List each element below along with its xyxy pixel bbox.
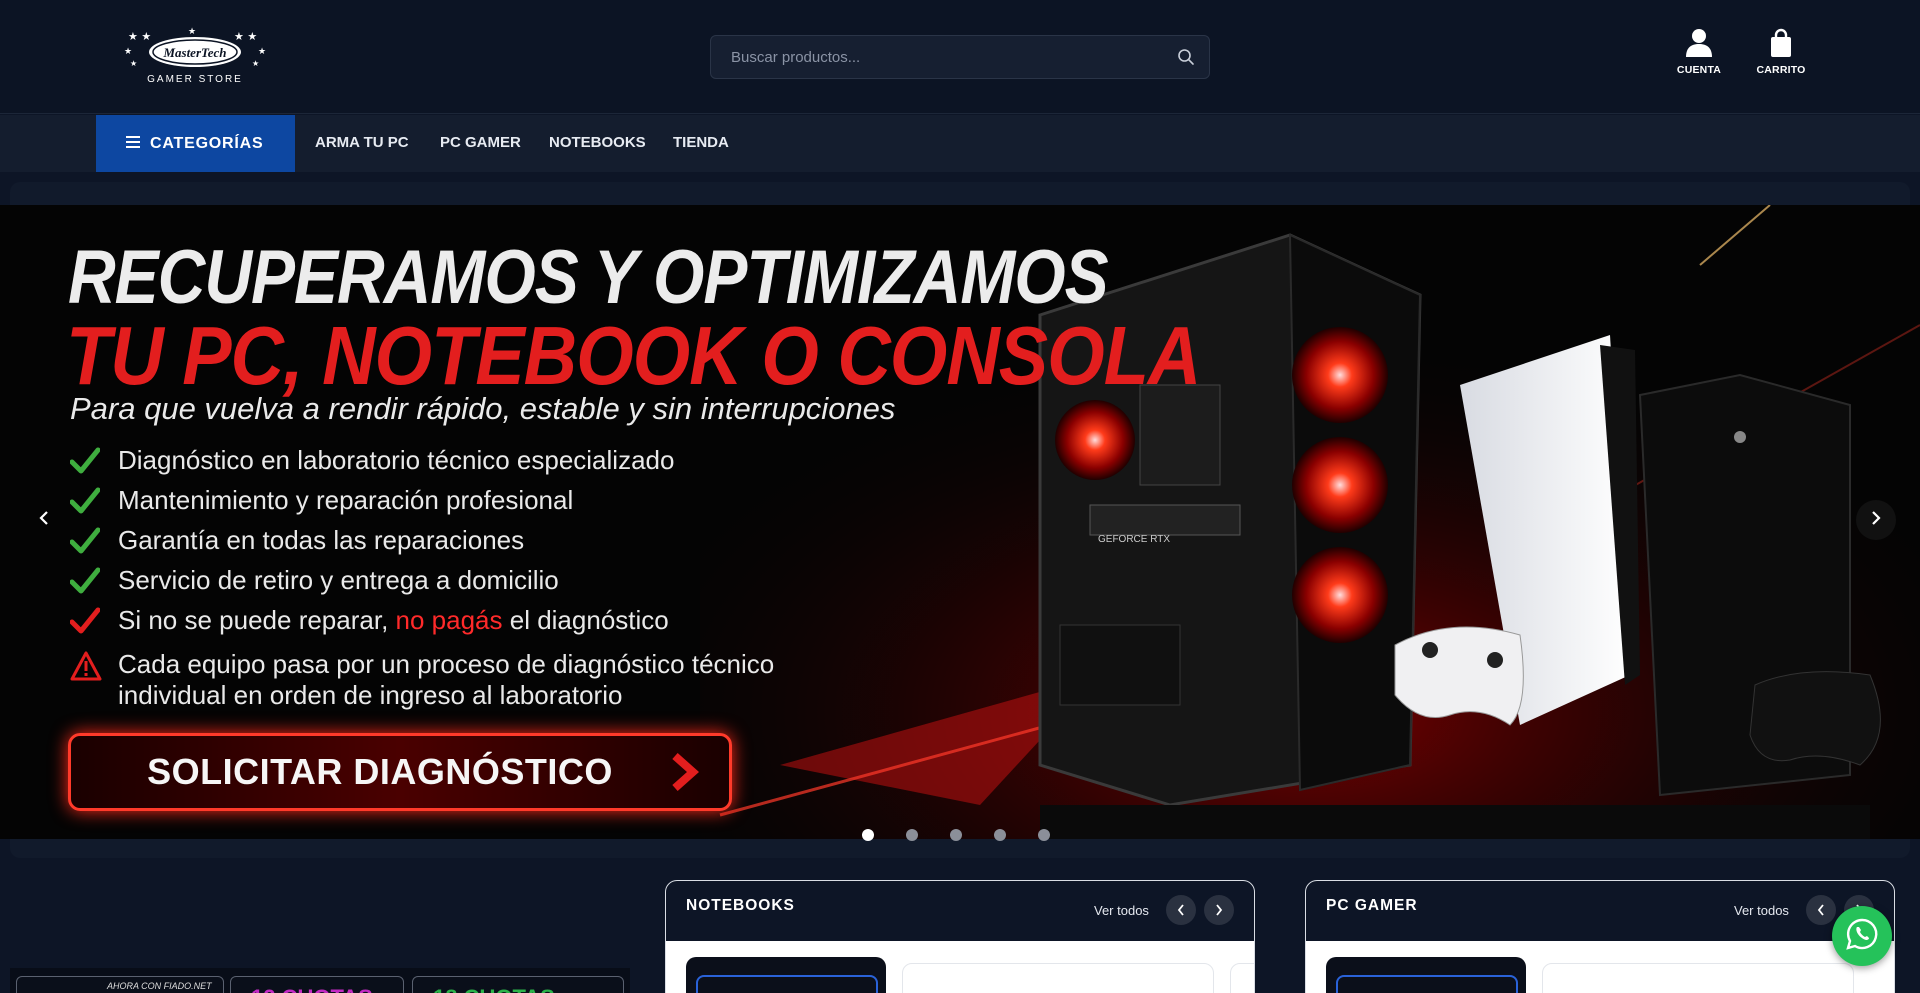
categories-label: CATEGORÍAS xyxy=(150,134,264,152)
hero-subtitle: Para que vuelva a rendir rápido, estable… xyxy=(70,391,896,426)
red-check-icon xyxy=(69,607,101,635)
notebooks-panel: NOTEBOOKS Ver todos xyxy=(665,880,1255,993)
account-button[interactable]: CUENTA xyxy=(1664,28,1734,84)
nav-link-tienda[interactable]: TIENDA xyxy=(673,134,729,151)
panel-prev-button[interactable] xyxy=(1166,895,1196,925)
view-all-link[interactable]: Ver todos xyxy=(1734,903,1789,918)
svg-text:★ ★: ★ ★ xyxy=(128,30,151,43)
feature-item: Si no se puede reparar, no pagás el diag… xyxy=(69,605,774,649)
nav-link-notebooks[interactable]: NOTEBOOKS xyxy=(549,134,646,151)
svg-text:GEFORCE RTX: GEFORCE RTX xyxy=(1098,534,1170,545)
svg-text:★ ★: ★ ★ xyxy=(234,30,257,43)
panel-header: NOTEBOOKS Ver todos xyxy=(666,881,1254,941)
account-label: CUENTA xyxy=(1676,64,1722,76)
product-card[interactable] xyxy=(902,963,1214,993)
panel-title: PC GAMER xyxy=(1326,897,1418,914)
panel-products xyxy=(666,941,1254,993)
store-logo[interactable]: ★ ★ ★ ★ ★ ★ ★ ★ ★ MasterTech GAMER STORE xyxy=(122,26,268,86)
promo-card-fiado[interactable]: AHORA CON FIADO.NET xyxy=(16,976,224,993)
nav-link-arma-tu-pc[interactable]: ARMA TU PC xyxy=(315,134,409,151)
svg-text:★: ★ xyxy=(188,27,196,37)
product-card[interactable] xyxy=(1542,963,1854,993)
feature-item: Diagnóstico en laboratorio técnico espec… xyxy=(69,445,774,485)
whatsapp-icon xyxy=(1845,917,1879,956)
product-card[interactable] xyxy=(1230,963,1254,993)
svg-text:★: ★ xyxy=(258,47,266,57)
carousel-dot[interactable] xyxy=(1038,829,1050,841)
shopping-bag-icon xyxy=(1746,28,1816,58)
warning-icon xyxy=(70,651,102,681)
feature-item: Servicio de retiro y entrega a domicilio xyxy=(69,565,774,605)
svg-text:GAMER STORE: GAMER STORE xyxy=(147,74,243,85)
nav-link-pc-gamer[interactable]: PC GAMER xyxy=(440,134,521,151)
panel-next-button[interactable] xyxy=(1204,895,1234,925)
chevron-left-icon xyxy=(39,510,49,531)
carousel-dot[interactable] xyxy=(862,829,874,841)
feature-item: Garantía en todas las reparaciones xyxy=(69,525,774,565)
promo-text: AHORA CON FIADO.NET xyxy=(107,981,212,991)
feature-text: Cada equipo pasa por un proceso de diagn… xyxy=(118,649,775,679)
search-icon[interactable] xyxy=(1177,48,1195,66)
categories-button[interactable]: CATEGORÍAS xyxy=(96,115,295,172)
carousel-dot[interactable] xyxy=(950,829,962,841)
cta-label: SOLICITAR DIAGNÓSTICO xyxy=(147,751,613,792)
search-bar xyxy=(710,35,1210,79)
hero-feature-list: Diagnóstico en laboratorio técnico espec… xyxy=(69,445,774,719)
promo-text: 12 CUOTAS xyxy=(251,985,373,993)
feature-text: Diagnóstico en laboratorio técnico espec… xyxy=(118,445,675,475)
product-card[interactable] xyxy=(1326,957,1526,993)
feature-text: Si no se puede reparar, xyxy=(118,605,396,635)
panel-products xyxy=(1306,941,1894,993)
feature-highlight: no pagás xyxy=(395,605,503,635)
view-all-link[interactable]: Ver todos xyxy=(1094,903,1149,918)
carousel-prev-button[interactable] xyxy=(24,500,64,540)
user-icon xyxy=(1664,28,1734,58)
feature-text: Mantenimiento y reparación profesional xyxy=(118,485,574,515)
green-check-icon xyxy=(69,567,101,595)
product-card[interactable] xyxy=(686,957,886,993)
whatsapp-button[interactable] xyxy=(1832,906,1892,966)
feature-text: el diagnóstico xyxy=(502,605,669,635)
hero-banner: GEFORCE RTX RECUPERAMOS Y OPTIMIZAMOS TU… xyxy=(0,205,1920,839)
request-diagnostic-button[interactable]: SOLICITAR DIAGNÓSTICO xyxy=(68,733,732,811)
chevron-right-icon xyxy=(669,752,700,797)
green-check-icon xyxy=(69,447,101,475)
feature-text: Garantía en todas las reparaciones xyxy=(118,525,525,555)
feature-text: individual en orden de ingreso al labora… xyxy=(118,680,623,710)
hero-headline-2: TU PC, NOTEBOOK O CONSOLA xyxy=(66,309,1201,403)
feature-text: Servicio de retiro y entrega a domicilio xyxy=(118,565,559,595)
panel-prev-button[interactable] xyxy=(1806,895,1836,925)
chevron-right-icon xyxy=(1871,510,1881,531)
carousel-dot[interactable] xyxy=(906,829,918,841)
carousel-next-button[interactable] xyxy=(1856,500,1896,540)
promo-card-12-cuotas[interactable]: 12 CUOTAS xyxy=(230,976,404,993)
green-check-icon xyxy=(69,527,101,555)
carousel-dot[interactable] xyxy=(994,829,1006,841)
svg-text:★: ★ xyxy=(124,47,132,57)
svg-text:★: ★ xyxy=(252,59,259,68)
pc-gamer-panel: PC GAMER Ver todos xyxy=(1305,880,1895,993)
svg-text:MasterTech: MasterTech xyxy=(162,45,226,60)
panel-header: PC GAMER Ver todos xyxy=(1306,881,1894,941)
svg-text:★: ★ xyxy=(130,59,137,68)
panel-title: NOTEBOOKS xyxy=(686,897,795,914)
cart-button[interactable]: CARRITO xyxy=(1746,28,1816,84)
green-check-icon xyxy=(69,487,101,515)
promo-text: 18 CUOTAS xyxy=(433,985,555,993)
main-nav: CATEGORÍAS ARMA TU PC PC GAMER NOTEBOOKS… xyxy=(0,115,1920,172)
feature-item: Cada equipo pasa por un proceso de diagn… xyxy=(70,649,774,719)
hamburger-icon xyxy=(126,135,140,153)
promo-card-18-cuotas[interactable]: 18 CUOTAS xyxy=(412,976,624,993)
feature-item: Mantenimiento y reparación profesional xyxy=(69,485,774,525)
cart-label: CARRITO xyxy=(1756,64,1806,76)
search-input[interactable] xyxy=(711,36,1151,78)
top-header: ★ ★ ★ ★ ★ ★ ★ ★ ★ MasterTech GAMER STORE… xyxy=(0,0,1920,114)
carousel-dots xyxy=(862,828,1082,846)
